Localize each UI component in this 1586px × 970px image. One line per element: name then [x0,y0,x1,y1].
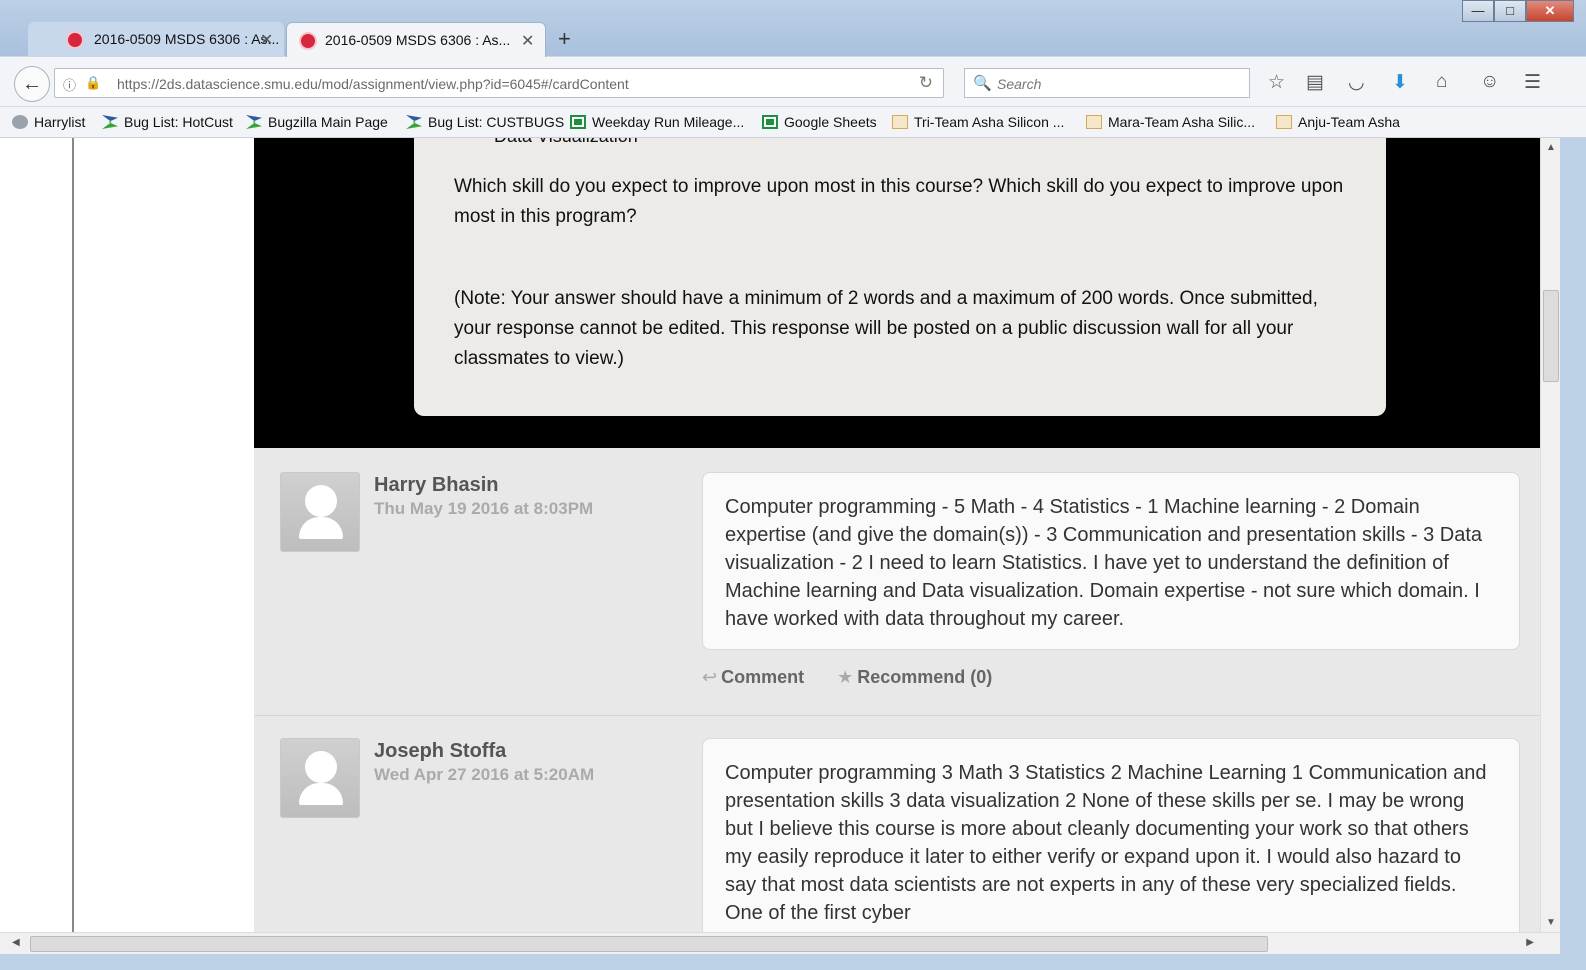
lock-icon[interactable]: 🔒 [85,75,101,91]
close-tab-icon[interactable]: ✕ [260,30,273,50]
prompt-note: (Note: Your answer should have a minimum… [454,288,1318,369]
browser-window: 2016-0509 MSDS 6306 : As... ✕ 2016-0509 … [0,0,1586,970]
avatar [280,738,360,818]
page-content: Data Visualization Which skill do you ex… [0,138,1568,932]
avatar [280,472,360,552]
bookmark-buglist-hotcust[interactable]: Bug List: HotCust [102,114,233,130]
bookmark-buglist-custbugs[interactable]: Bug List: CUSTBUGS [406,114,564,130]
bookmark-star-icon[interactable]: ☆ [1268,71,1285,94]
scroll-up-icon[interactable]: ▲ [1546,142,1556,153]
bookmark-google-sheets[interactable]: Google Sheets [762,114,877,130]
reading-list-icon[interactable]: ▤ [1306,71,1324,94]
team-icon [1276,115,1292,129]
scroll-left-icon[interactable]: ◀ [12,937,20,948]
bookmark-bugzilla-main[interactable]: Bugzilla Main Page [246,114,388,130]
menu-icon[interactable]: ☰ [1524,71,1541,94]
back-arrow-icon: ← [22,73,42,95]
post-author[interactable]: Harry Bhasin [374,474,499,497]
bugzilla-icon [102,115,118,129]
bookmark-harrylist[interactable]: Harrylist [12,114,85,130]
window-border [0,954,1586,970]
comment-button[interactable]: ↩ Comment [702,667,818,687]
search-icon: 🔍 [973,75,992,92]
recommend-button[interactable]: ★ Recommend (0) [837,667,1006,687]
vertical-scrollbar[interactable]: ▲ ▼ [1540,138,1560,932]
prompt-question: Which skill do you expect to improve upo… [454,176,1344,227]
team-icon [1086,115,1102,129]
url-text[interactable]: https://2ds.datascience.smu.edu/mod/assi… [117,76,629,92]
bookmarks-toolbar: Harrylist Bug List: HotCust Bugzilla Mai… [0,107,1586,138]
horizontal-scroll-thumb[interactable] [30,936,1268,952]
horizontal-scrollbar[interactable]: ◀ ▶ [0,932,1560,954]
downloads-icon[interactable]: ⬇ [1392,71,1408,94]
bookmark-anju-team[interactable]: Anju-Team Asha [1276,114,1400,130]
post-actions: ↩ Comment ★ Recommend (0) [702,667,1020,688]
scroll-down-icon[interactable]: ▼ [1546,917,1556,928]
avatar-head [305,485,337,517]
post-date: Thu May 19 2016 at 8:03PM [374,499,594,518]
search-placeholder: Search [997,76,1042,92]
team-icon [892,115,908,129]
sidebar-area [74,138,254,932]
avatar-body [299,517,343,539]
scroll-right-icon[interactable]: ▶ [1526,937,1534,948]
vertical-scroll-thumb[interactable] [1543,290,1559,382]
info-icon[interactable]: ⓘ [63,75,76,94]
navigation-bar: ← ⓘ 🔒 https://2ds.datascience.smu.edu/mo… [0,57,1586,107]
site-favicon-icon [66,31,84,49]
pocket-icon[interactable]: ◡ [1348,71,1365,94]
tab-title: 2016-0509 MSDS 6306 : As... [94,31,280,47]
globe-icon [12,115,28,129]
avatar-head [305,751,337,783]
discussion-area: Data Visualization Which skill do you ex… [254,138,1542,932]
sheets-icon [570,115,586,129]
tab-2-active[interactable]: 2016-0509 MSDS 6306 : As... ✕ [286,22,546,58]
new-tab-button[interactable]: + [558,26,571,52]
sheets-icon [762,115,778,129]
tab-strip: 2016-0509 MSDS 6306 : As... ✕ 2016-0509 … [0,0,1586,58]
post-author[interactable]: Joseph Stoffa [374,740,506,763]
url-bar[interactable]: ⓘ 🔒 https://2ds.datascience.smu.edu/mod/… [54,68,944,98]
maximize-button[interactable]: □ [1494,0,1526,22]
post-body: Computer programming - 5 Math - 4 Statis… [702,472,1520,650]
window-controls: — □ ✕ [1462,0,1574,22]
tab-title: 2016-0509 MSDS 6306 : As... [325,32,511,48]
post-body: Computer programming 3 Math 3 Statistics… [702,738,1520,932]
search-input[interactable]: 🔍 Search [964,68,1250,98]
bugzilla-icon [246,115,262,129]
prompt-band: Data Visualization Which skill do you ex… [254,138,1542,448]
discussion-post: Joseph Stoffa Wed Apr 27 2016 at 5:20AM … [254,716,1542,932]
star-icon: ★ [837,667,854,687]
bookmark-weekday-run[interactable]: Weekday Run Mileage... [570,114,744,130]
minimize-button[interactable]: — [1462,0,1494,22]
cut-off-text: Data Visualization [494,138,638,147]
reload-icon[interactable]: ↻ [919,73,933,93]
discussion-post: Harry Bhasin Thu May 19 2016 at 8:03PM C… [254,450,1542,716]
bookmark-mara-team[interactable]: Mara-Team Asha Silic... [1086,114,1255,130]
home-icon[interactable]: ⌂ [1436,71,1447,93]
post-date: Wed Apr 27 2016 at 5:20AM [374,765,595,784]
avatar-body [299,783,343,805]
bugzilla-icon [406,115,422,129]
reply-icon: ↩ [702,667,718,687]
left-margin [0,138,74,932]
back-button[interactable]: ← [14,66,50,102]
chat-icon[interactable]: ☺ [1480,71,1499,93]
bookmark-tri-team[interactable]: Tri-Team Asha Silicon ... [892,114,1064,130]
close-window-button[interactable]: ✕ [1526,0,1574,22]
prompt-card: Data Visualization Which skill do you ex… [414,138,1386,416]
close-tab-icon[interactable]: ✕ [521,31,534,51]
window-border [1560,138,1586,970]
tab-1[interactable]: 2016-0509 MSDS 6306 : As... ✕ [28,22,284,58]
site-favicon-icon [299,32,317,50]
